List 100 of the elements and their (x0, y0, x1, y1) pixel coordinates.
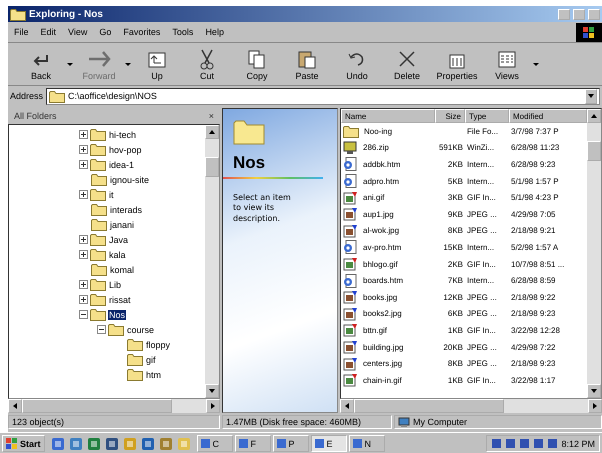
caret-icon[interactable] (532, 60, 540, 68)
file-name[interactable]: boards.htm (361, 276, 406, 286)
scroll-thumb[interactable] (205, 157, 219, 177)
quick-launch-icon[interactable] (140, 436, 155, 450)
scroll-arrow-button[interactable] (587, 109, 601, 123)
expand-toggle-icon[interactable] (79, 250, 88, 259)
tree-item[interactable]: hi-tech (108, 130, 138, 140)
horizontal-scrollbar[interactable] (8, 399, 220, 413)
file-name[interactable]: bhlogo.gif (361, 260, 400, 269)
scroll-arrow-button[interactable] (8, 399, 22, 413)
menu-item[interactable]: Help (199, 27, 230, 37)
column-header[interactable]: Type (465, 109, 509, 123)
toolbar-button[interactable]: Back (16, 44, 66, 84)
expand-toggle-icon[interactable] (79, 280, 88, 289)
taskbar-button[interactable]: E (310, 435, 347, 452)
column-header[interactable]: Name (341, 109, 435, 123)
file-name[interactable]: centers.jpg (361, 359, 404, 368)
tree-item[interactable]: komal (109, 264, 136, 274)
file-name[interactable]: chain-in.gif (361, 376, 404, 385)
quick-launch-icon[interactable] (50, 436, 65, 450)
expand-toggle-icon[interactable] (79, 235, 88, 244)
tray-icon[interactable] (491, 438, 502, 449)
start-button[interactable]: Start (2, 435, 45, 452)
tree-item[interactable]: rissat (108, 294, 132, 304)
file-name[interactable]: books2.jpg (361, 309, 404, 318)
expand-toggle-icon[interactable] (79, 130, 88, 139)
scroll-thumb[interactable] (587, 141, 601, 161)
tree-item[interactable]: kala (108, 250, 127, 260)
toolbar-button[interactable]: Up (132, 44, 182, 84)
taskbar-button[interactable]: P (272, 435, 309, 452)
toolbar-button[interactable]: Delete (382, 44, 432, 84)
expand-toggle-icon[interactable] (79, 190, 88, 199)
close-button[interactable]: × (208, 111, 214, 121)
menu-item[interactable]: Edit (34, 27, 62, 37)
toolbar-button[interactable]: Cut (182, 44, 232, 84)
scroll-arrow-button[interactable] (340, 399, 354, 413)
collapse-toggle-icon[interactable] (79, 310, 88, 319)
collapse-toggle-icon[interactable] (97, 325, 106, 334)
tray-icon[interactable] (547, 438, 558, 449)
taskbar-button[interactable]: N (348, 435, 385, 452)
expand-toggle-icon[interactable] (79, 295, 88, 304)
expand-toggle-icon[interactable] (79, 145, 88, 154)
scroll-thumb[interactable] (22, 399, 172, 413)
file-name[interactable]: adpro.htm (361, 176, 402, 186)
dropdown-button[interactable] (585, 88, 597, 104)
column-header[interactable]: Size (435, 109, 465, 123)
caret-icon[interactable] (66, 60, 74, 68)
expand-toggle-icon[interactable] (79, 160, 88, 169)
address-field[interactable]: C:\aoffice\design\NOS (46, 88, 600, 104)
file-name[interactable]: al-wok.jpg (361, 226, 402, 236)
scroll-arrow-button[interactable] (205, 384, 219, 398)
scroll-arrow-button[interactable] (588, 399, 602, 413)
toolbar-button[interactable]: Paste (282, 44, 332, 84)
scroll-thumb[interactable] (354, 399, 504, 413)
tree-item[interactable]: it (108, 190, 114, 200)
scroll-arrow-button[interactable] (206, 399, 220, 413)
tree-item[interactable]: Lib (108, 280, 122, 290)
toolbar-button[interactable]: Copy (232, 44, 282, 84)
menu-item[interactable]: Tools (166, 27, 200, 37)
tree-item[interactable]: Java (108, 234, 130, 244)
tree-item[interactable]: Nos (108, 310, 126, 320)
tree-item[interactable]: course (126, 324, 156, 334)
menu-item[interactable]: View (62, 27, 94, 37)
tree-item[interactable]: idea-1 (108, 160, 136, 170)
scroll-arrow-button[interactable] (205, 125, 219, 139)
tree-item[interactable]: gif (145, 354, 157, 364)
vertical-scrollbar[interactable] (587, 109, 601, 398)
column-header[interactable]: Modified (509, 109, 587, 123)
tree-item[interactable]: janani (109, 220, 136, 230)
file-name[interactable]: aup1.jpg (361, 210, 396, 219)
scroll-arrow-button[interactable] (587, 384, 601, 398)
file-name[interactable]: av-pro.htm (361, 242, 404, 252)
taskbar-button[interactable]: C (196, 435, 233, 452)
taskbar-button[interactable]: F (234, 435, 271, 452)
file-name[interactable]: building.jpg (361, 342, 406, 352)
tree-item[interactable]: htm (145, 370, 162, 380)
tree-item[interactable]: ignou-site (109, 174, 150, 184)
file-name[interactable]: Noo-ing (362, 126, 394, 136)
horizontal-scrollbar[interactable] (340, 399, 602, 413)
file-name[interactable]: ani.gif (361, 193, 386, 202)
tree-item[interactable]: interads (109, 204, 144, 214)
tray-icon[interactable] (519, 438, 530, 449)
menu-item[interactable]: Favorites (117, 27, 166, 37)
toolbar-button[interactable]: Views (482, 44, 532, 84)
quick-launch-icon[interactable] (104, 436, 119, 450)
menu-item[interactable]: File (8, 27, 35, 37)
tree-item[interactable]: floppy (145, 340, 172, 350)
file-name[interactable]: addbk.htm (361, 160, 402, 169)
vertical-scrollbar[interactable] (205, 125, 219, 398)
tray-icon[interactable] (533, 438, 544, 449)
caret-icon (587, 92, 595, 100)
file-name[interactable]: bttn.gif (361, 326, 390, 335)
tree-item[interactable]: hov-pop (108, 144, 143, 154)
file-name[interactable]: books.jpg (361, 292, 400, 302)
tray-icon[interactable] (505, 438, 516, 449)
quick-launch-icon[interactable] (86, 436, 101, 450)
toolbar-button[interactable]: Properties (432, 44, 482, 84)
file-name[interactable]: 286.zip (361, 143, 391, 152)
toolbar-button[interactable]: Undo (332, 44, 382, 84)
menu-item[interactable]: Go (93, 27, 118, 37)
